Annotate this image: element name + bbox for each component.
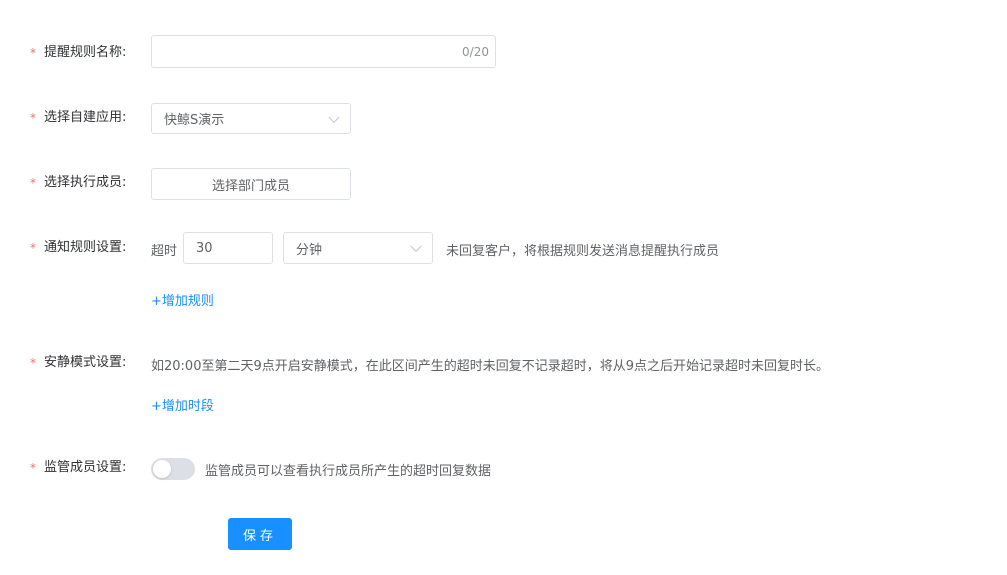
switch-knob bbox=[153, 460, 171, 478]
add-rule-link[interactable]: +增加规则 bbox=[151, 290, 214, 309]
app-select[interactable]: 快鲸S演示 bbox=[151, 103, 351, 134]
supervisor-label: 监管成员设置: bbox=[44, 460, 127, 475]
rule-name-label-group: * 提醒规则名称: bbox=[30, 43, 126, 63]
app-select-label: 选择自建应用: bbox=[44, 110, 127, 125]
members-label: 选择执行成员: bbox=[44, 175, 127, 190]
chevron-down-icon bbox=[410, 240, 422, 253]
supervisor-switch[interactable] bbox=[151, 458, 195, 480]
required-mark: * bbox=[30, 241, 36, 255]
notify-rule-label: 通知规则设置: bbox=[44, 240, 127, 255]
notify-rule-description: 未回复客户，将根据规则发送消息提醒执行成员 bbox=[446, 244, 720, 259]
app-select-value: 快鲸S演示 bbox=[164, 113, 225, 128]
quiet-mode-description: 如20:00至第二天9点开启安静模式，在此区间产生的超时未回复不记录超时，将从9… bbox=[151, 359, 830, 374]
supervisor-label-group: * 监管成员设置: bbox=[30, 458, 126, 478]
supervisor-description: 监管成员可以查看执行成员所产生的超时回复数据 bbox=[205, 464, 492, 479]
quiet-mode-label: 安静模式设置: bbox=[44, 355, 127, 370]
required-mark: * bbox=[30, 356, 36, 370]
app-select-label-group: * 选择自建应用: bbox=[30, 108, 126, 128]
chevron-down-icon bbox=[328, 111, 340, 123]
required-mark: * bbox=[30, 176, 36, 190]
rule-name-input[interactable]: 0/20 bbox=[151, 35, 496, 68]
quiet-mode-label-group: * 安静模式设置: bbox=[30, 353, 126, 373]
required-mark: * bbox=[30, 461, 36, 475]
select-members-button[interactable]: 选择部门成员 bbox=[151, 168, 351, 200]
required-mark: * bbox=[30, 46, 36, 60]
save-button[interactable]: 保存 bbox=[228, 518, 292, 550]
unit-select-value: 分钟 bbox=[296, 242, 323, 258]
members-label-group: * 选择执行成员: bbox=[30, 173, 126, 193]
rule-name-label: 提醒规则名称: bbox=[44, 45, 127, 60]
timeout-value: 30 bbox=[196, 240, 213, 256]
unit-select[interactable]: 分钟 bbox=[283, 232, 433, 264]
notify-rule-label-group: * 通知规则设置: bbox=[30, 238, 126, 258]
required-mark: * bbox=[30, 111, 36, 125]
timeout-input[interactable]: 30 bbox=[183, 232, 273, 264]
timeout-prefix: 超时 bbox=[151, 244, 178, 259]
add-period-link[interactable]: +增加时段 bbox=[151, 395, 214, 414]
rule-name-counter: 0/20 bbox=[462, 44, 489, 59]
